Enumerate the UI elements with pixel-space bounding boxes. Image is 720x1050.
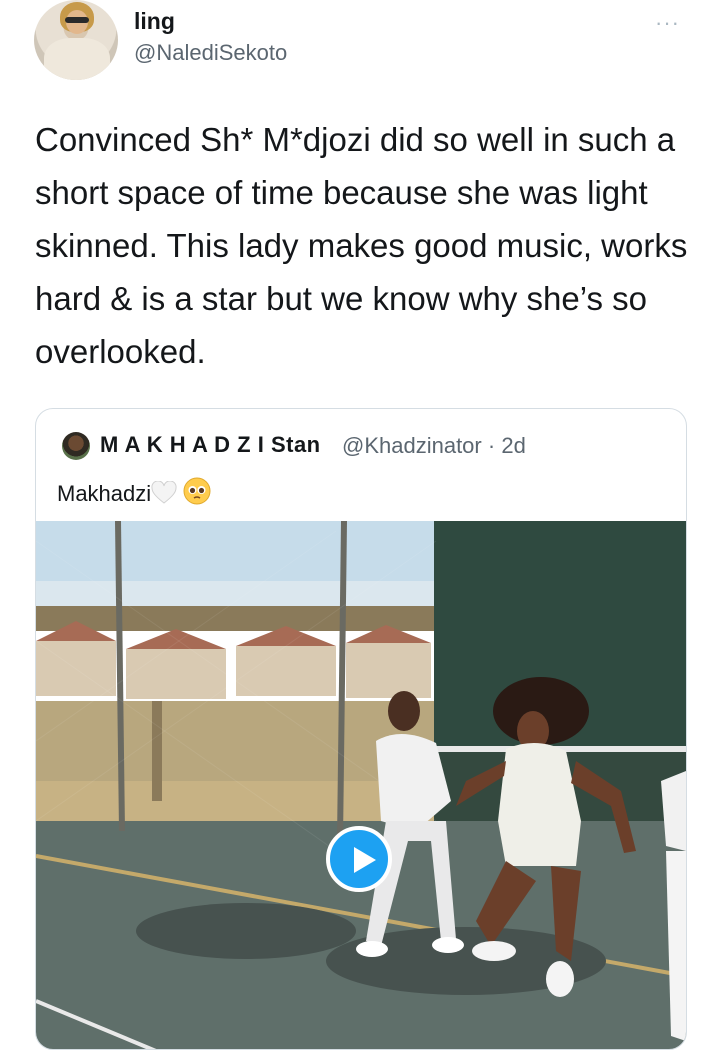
- quoted-display-name[interactable]: M A K H A D Z I Stan: [100, 432, 321, 458]
- meta-separator: ·: [487, 433, 496, 458]
- video-thumbnail[interactable]: [36, 521, 686, 1049]
- more-options-icon[interactable]: ···: [655, 10, 680, 36]
- tweet-text: Convinced Sh* M*djozi did so well in suc…: [35, 121, 688, 370]
- tweet-avatar[interactable]: [34, 0, 118, 80]
- quoted-age: 2d: [501, 433, 526, 458]
- quoted-tweet-card[interactable]: M A K H A D Z I Stan @Khadzinator · 2d M…: [35, 408, 687, 1050]
- video-scene: [36, 521, 686, 1049]
- tweet-handle[interactable]: @NalediSekoto: [134, 40, 287, 66]
- pleading-face-icon: [183, 477, 211, 511]
- tweet-display-name[interactable]: ling: [134, 8, 175, 35]
- quoted-text-row: Makhadzi: [57, 477, 211, 511]
- quoted-text: Makhadzi: [57, 481, 152, 506]
- quoted-avatar[interactable]: [62, 432, 90, 460]
- play-button-icon[interactable]: [326, 826, 392, 892]
- quoted-handle[interactable]: @Khadzinator: [342, 433, 482, 458]
- quoted-meta: @Khadzinator · 2d: [342, 433, 526, 459]
- white-heart-icon: [151, 480, 177, 511]
